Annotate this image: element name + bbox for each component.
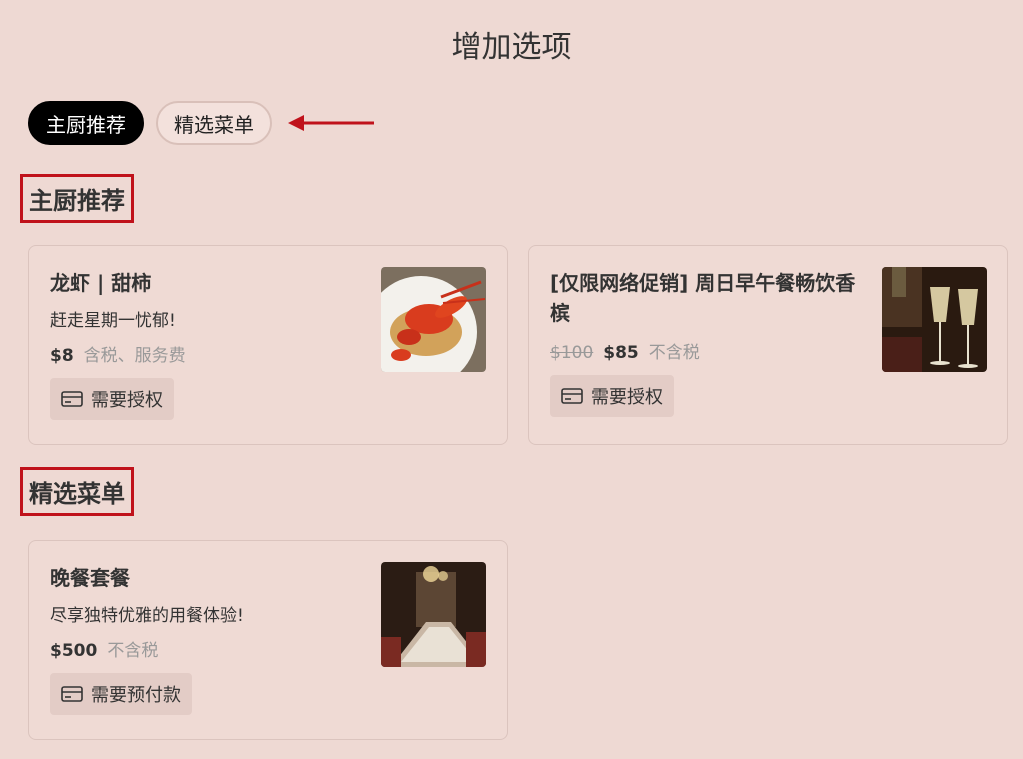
menu-item-card[interactable]: 晚餐套餐 尽享独特优雅的用餐体验! $500 不含税 需要预付款 xyxy=(28,540,508,740)
badge-label: 需要预付款 xyxy=(91,685,181,706)
page-title: 增加选项 xyxy=(451,30,572,65)
badge-label: 需要授权 xyxy=(591,387,663,408)
item-price: $85 xyxy=(603,343,639,363)
item-description: 赶走星期一忧郁! xyxy=(50,311,176,331)
item-name-line2: 槟 xyxy=(550,301,570,325)
private-dining-room-image xyxy=(381,562,486,667)
item-tax-note: 不含税 xyxy=(648,343,700,363)
item-tax-note: 含税、服务费 xyxy=(83,346,186,366)
item-name: 龙虾 | 甜柿 xyxy=(50,271,152,295)
tab-featured-menu[interactable]: 精选菜单 xyxy=(156,101,272,145)
menu-item-card[interactable]: 龙虾 | 甜柿 赶走星期一忧郁! $8 含税、服务费 需要授权 xyxy=(28,245,508,445)
item-original-price: $100 xyxy=(550,343,594,363)
credit-card-icon xyxy=(561,388,583,404)
credit-card-icon xyxy=(61,686,83,702)
category-tabs: 主厨推荐 精选菜单 xyxy=(28,101,272,145)
requirement-badge: 需要授权 xyxy=(50,378,174,420)
item-name: 晚餐套餐 xyxy=(50,566,130,590)
champagne-glasses-image xyxy=(882,267,987,372)
requirement-badge: 需要预付款 xyxy=(50,673,192,715)
requirement-badge: 需要授权 xyxy=(550,375,674,417)
section-heading-featured-menu: 精选菜单 xyxy=(20,467,134,516)
annotation-arrow-icon xyxy=(288,115,374,131)
item-price: $8 xyxy=(50,346,74,366)
menu-item-card[interactable]: [仅限网络促销] 周日早午餐畅饮香 槟 $100 $85 不含税 需要授权 xyxy=(528,245,1008,445)
item-description: 尽享独特优雅的用餐体验! xyxy=(50,606,244,626)
tab-chef-recommendation[interactable]: 主厨推荐 xyxy=(28,101,144,145)
badge-label: 需要授权 xyxy=(91,390,163,411)
item-name-line1: [仅限网络促销] 周日早午餐畅饮香 xyxy=(550,271,856,295)
item-tax-note: 不含税 xyxy=(107,641,159,661)
lobster-dish-image xyxy=(381,267,486,372)
credit-card-icon xyxy=(61,391,83,407)
item-name: [仅限网络促销] 周日早午餐畅饮香 槟 xyxy=(550,268,855,328)
section-heading-chef-recommendation: 主厨推荐 xyxy=(20,174,134,223)
item-price: $500 xyxy=(50,641,98,661)
